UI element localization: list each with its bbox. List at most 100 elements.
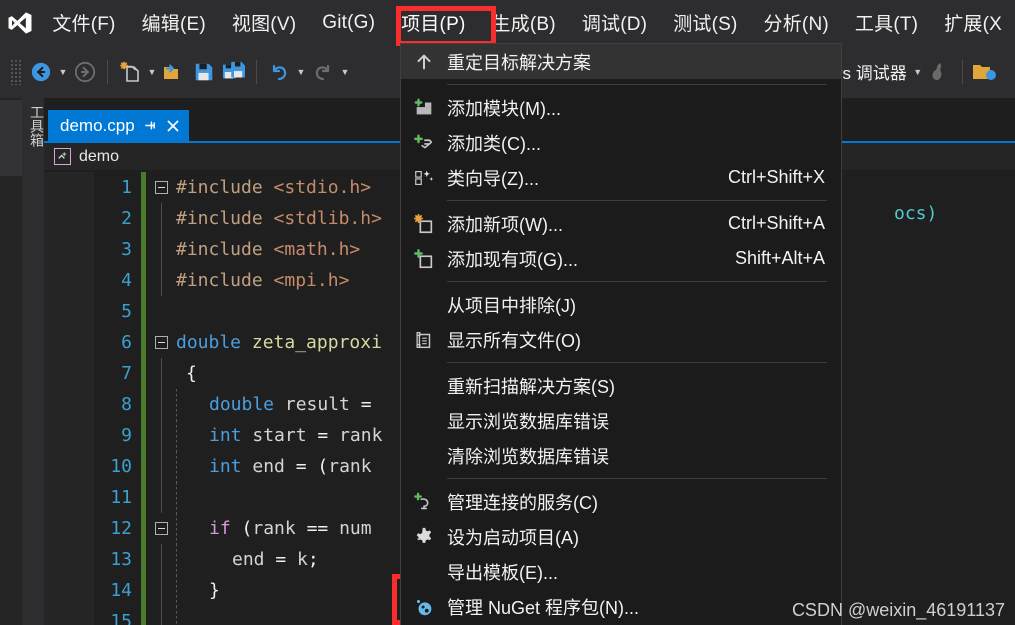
indent-guide	[176, 389, 177, 420]
line-number: 15	[110, 611, 132, 625]
menu-item-8[interactable]: 显示所有文件(O)	[401, 322, 841, 357]
menu-item-shortcut: Shift+Alt+A	[734, 248, 825, 268]
debugger-selector-label[interactable]: vs 调试器	[830, 59, 911, 84]
line-number: 14	[110, 580, 132, 601]
undo-icon[interactable]	[264, 56, 294, 88]
editor-tab-demo-cpp[interactable]: demo.cpp	[48, 110, 189, 141]
menu-item-label: 类向导(Z)...	[447, 168, 539, 189]
menu-separator	[447, 84, 827, 85]
code-text: int start = rank	[209, 425, 383, 446]
menu-item-2[interactable]: 添加模块(M)...	[401, 90, 841, 125]
menubar-item-debug[interactable]: 调试(D)	[569, 0, 660, 45]
gear-icon	[401, 519, 447, 554]
toolbar-grip-handle[interactable]	[10, 58, 22, 85]
menu-item-label: 重定目标解决方案	[447, 52, 591, 73]
indent-guide	[176, 606, 177, 625]
navigate-forward-icon	[70, 56, 100, 88]
menu-item-1[interactable]: 重定目标解决方案	[401, 44, 841, 79]
menu-item-shortcut: Ctrl+Shift+A	[727, 213, 825, 233]
open-file-icon[interactable]	[159, 56, 189, 88]
menu-item-label: 重新扫描解决方案(S)	[447, 376, 615, 397]
fold-toggle	[146, 389, 176, 420]
code-line6-tail: ocs)	[894, 203, 938, 224]
toolbox-dock-tab[interactable]	[0, 100, 22, 176]
menubar-item-edit[interactable]: 编辑(E)	[129, 0, 219, 45]
menu-item-12[interactable]: 管理连接的服务(C)	[401, 484, 841, 519]
menubar-item-build[interactable]: 生成(B)	[478, 0, 568, 45]
open-folder-icon[interactable]	[970, 56, 1000, 88]
menu-item-10[interactable]: 显示浏览数据库错误	[401, 403, 841, 438]
menu-item-label: 显示所有文件(O)	[447, 330, 581, 351]
cpp-project-icon	[54, 148, 71, 165]
code-text: end = k;	[232, 549, 319, 570]
menubar-item-analyze[interactable]: 分析(N)	[751, 0, 842, 45]
new-file-dropdown[interactable]: ▼	[145, 56, 159, 88]
line-number: 12	[110, 518, 132, 539]
menu-item-label: 添加新项(W)...	[447, 214, 563, 235]
line-number: 8	[121, 394, 132, 415]
menu-item-14[interactable]: 导出模板(E)...	[401, 554, 841, 589]
menubar-item-extensions[interactable]: 扩展(X	[931, 0, 1015, 45]
connected-services-icon	[401, 484, 447, 519]
menu-item-4[interactable]: 类向导(Z)... Ctrl+Shift+X	[401, 160, 841, 195]
menu-item-label: 从项目中排除(J)	[447, 295, 576, 316]
watermark-text: CSDN @weixin_46191137	[791, 600, 1005, 620]
add-class-icon	[401, 125, 447, 160]
menubar-item-view[interactable]: 视图(V)	[219, 0, 309, 45]
left-dock-strip	[0, 98, 22, 625]
menu-item-11[interactable]: 清除浏览数据库错误	[401, 438, 841, 473]
menu-item-7[interactable]: 从项目中排除(J)	[401, 287, 841, 322]
toolbar-separator	[256, 59, 257, 84]
code-text: if (rank == num	[209, 518, 372, 539]
fold-toggle[interactable]	[146, 336, 176, 349]
visual-studio-logo-icon	[0, 0, 39, 45]
code-text: #include <stdio.h>	[176, 177, 372, 198]
fold-toggle	[146, 544, 176, 575]
menu-item-icon-placeholder	[401, 554, 447, 589]
editor-tab-filename: demo.cpp	[60, 115, 135, 135]
save-icon[interactable]	[189, 56, 219, 88]
menubar-item-test[interactable]: 测试(S)	[660, 0, 750, 45]
menubar-item-project[interactable]: 项目(P)	[388, 0, 478, 45]
toolbox-label[interactable]: 工具箱	[24, 105, 45, 147]
fold-toggle[interactable]	[146, 522, 176, 535]
menu-item-13[interactable]: 设为启动项目(A)	[401, 519, 841, 554]
menu-item-3[interactable]: 添加类(C)...	[401, 125, 841, 160]
menu-item-label: 添加模块(M)...	[447, 98, 561, 119]
navigate-back-icon[interactable]	[26, 56, 56, 88]
save-all-icon[interactable]	[219, 56, 249, 88]
menu-item-icon-placeholder	[401, 287, 447, 322]
breadcrumb-project-label[interactable]: demo	[79, 148, 119, 166]
debugger-dropdown-caret[interactable]: ▼	[911, 56, 925, 88]
fold-toggle[interactable]	[146, 181, 176, 194]
show-all-files-icon	[401, 322, 447, 357]
menu-item-5[interactable]: 添加新项(W)... Ctrl+Shift+A	[401, 206, 841, 241]
line-number: 6	[121, 332, 132, 353]
menubar-item-tools[interactable]: 工具(T)	[842, 0, 931, 45]
indent-guide	[176, 513, 177, 544]
line-number: 13	[110, 549, 132, 570]
menu-item-label: 管理 NuGet 程序包(N)...	[447, 597, 640, 618]
fold-toggle	[146, 420, 176, 451]
indent-guide	[176, 544, 177, 575]
back-history-dropdown[interactable]: ▼	[56, 56, 70, 88]
new-file-icon[interactable]	[115, 56, 145, 88]
menu-item-icon-placeholder	[401, 403, 447, 438]
fold-toggle	[146, 265, 176, 296]
indent-guide	[176, 451, 177, 482]
fold-toggle	[146, 482, 176, 513]
menu-item-6[interactable]: 添加现有项(G)... Shift+Alt+A	[401, 241, 841, 276]
line-number: 10	[110, 456, 132, 477]
menubar-item-file[interactable]: 文件(F)	[39, 0, 128, 45]
close-icon[interactable]	[166, 119, 180, 133]
pin-icon[interactable]	[144, 119, 157, 132]
undo-dropdown[interactable]: ▼	[294, 56, 308, 88]
menu-item-label: 管理连接的服务(C)	[447, 492, 598, 513]
line-number: 3	[121, 239, 132, 260]
add-existing-item-icon	[401, 241, 447, 276]
menu-item-9[interactable]: 重新扫描解决方案(S)	[401, 368, 841, 403]
code-text: int end = (rank	[209, 456, 372, 477]
menubar-item-git[interactable]: Git(G)	[309, 0, 388, 45]
fold-toggle	[146, 451, 176, 482]
menu-item-15[interactable]: 管理 NuGet 程序包(N)...	[401, 589, 841, 624]
